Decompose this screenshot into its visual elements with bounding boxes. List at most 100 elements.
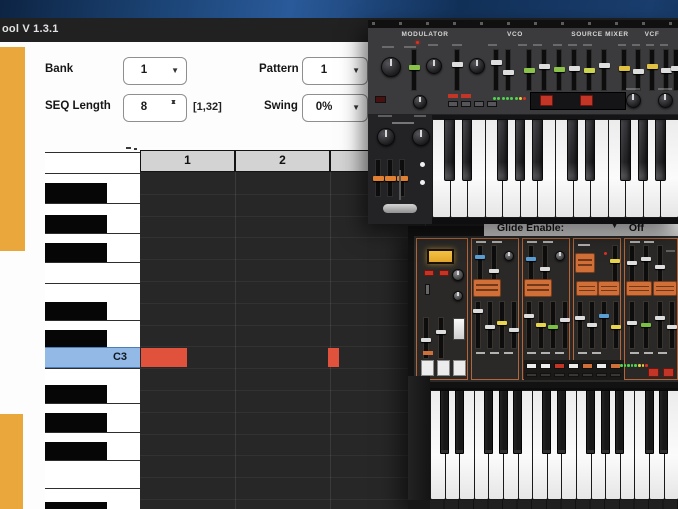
piano-white-key[interactable] [45, 262, 140, 283]
small-button [582, 373, 593, 377]
micro-label [414, 115, 426, 117]
rocker-switch [453, 318, 465, 340]
small-button [474, 101, 484, 107]
micro-label [452, 44, 462, 46]
slider [627, 302, 637, 348]
orange-label-box [627, 282, 651, 295]
status-led [518, 97, 522, 100]
slider [490, 50, 502, 90]
slider [587, 302, 597, 348]
micro-label [527, 352, 536, 354]
small-button [540, 363, 551, 369]
micro-label [553, 44, 562, 46]
slider [485, 302, 495, 348]
piano-white-key[interactable] [45, 460, 140, 488]
mini-slider [396, 160, 408, 196]
piano-key-c3-highlight[interactable]: C3 [45, 346, 140, 368]
slider [670, 50, 678, 90]
piano-white-key[interactable] [45, 152, 140, 173]
small-button [610, 373, 621, 377]
synth-odyssey-window [408, 226, 678, 509]
slider [451, 50, 463, 90]
piano-black-key[interactable] [45, 385, 107, 403]
red-button [439, 270, 449, 276]
small-button [540, 373, 551, 377]
slider [660, 50, 672, 90]
status-led [523, 97, 527, 100]
micro-label [626, 88, 640, 90]
piano-black-key[interactable] [45, 330, 107, 348]
micro-label [488, 44, 497, 46]
micro-label [618, 44, 626, 46]
micro-label [644, 352, 653, 354]
piano-black-key[interactable] [45, 442, 107, 460]
orange-label-box [577, 282, 597, 295]
synth-odyssey-controls [408, 226, 678, 509]
status-led [505, 97, 509, 100]
knob [453, 291, 463, 301]
piano-black-key[interactable] [45, 183, 107, 203]
micro-label [543, 241, 553, 243]
status-led [620, 364, 623, 367]
bender-slot [399, 170, 401, 200]
micro-label [646, 44, 654, 46]
red-button [648, 368, 659, 377]
micro-label [378, 115, 392, 117]
slider [632, 50, 644, 90]
power-button [375, 96, 386, 103]
piano-black-key[interactable] [45, 502, 107, 509]
micro-label [382, 46, 394, 48]
slider [599, 302, 609, 348]
sequence-note-C3[interactable] [141, 347, 187, 367]
micro-label [630, 352, 639, 354]
knob [555, 251, 565, 261]
small-button [568, 363, 579, 369]
slider [583, 50, 595, 90]
micro-label [660, 44, 668, 46]
small-button [526, 363, 537, 369]
knob [413, 95, 427, 109]
pitch-bender [383, 204, 417, 213]
transpose-key [453, 360, 466, 376]
clipped-text-remnant [134, 148, 137, 150]
red-led [604, 252, 607, 255]
toggle-switch [425, 284, 430, 295]
mini-slider [372, 160, 384, 196]
knob [452, 269, 464, 281]
transpose-key [437, 360, 450, 376]
paraphonic-led-button [420, 180, 425, 185]
grid-column-line [330, 172, 331, 509]
piano-black-key[interactable] [45, 413, 107, 432]
transpose-key [421, 360, 434, 376]
lcd-display [427, 249, 454, 264]
micro-label [476, 352, 485, 354]
status-led [623, 364, 627, 367]
slider [548, 302, 558, 348]
red-led [416, 41, 419, 44]
red-button [424, 270, 434, 276]
micro-label [504, 352, 513, 354]
slider [497, 302, 507, 348]
slider [502, 50, 514, 90]
knob [412, 128, 430, 146]
red-button [663, 368, 674, 377]
slider [560, 302, 570, 348]
micro-label [578, 244, 590, 246]
piano-black-key[interactable] [45, 302, 107, 320]
micro-label [583, 44, 592, 46]
micro-label [541, 352, 550, 354]
knob [504, 251, 514, 261]
slider [611, 302, 621, 348]
knob [657, 92, 673, 108]
micro-label [630, 241, 640, 243]
knob [426, 58, 442, 74]
small-button [596, 373, 607, 377]
micro-label [518, 44, 527, 46]
micro-label [578, 352, 587, 354]
sequence-note-C3[interactable] [328, 347, 339, 367]
micro-label [658, 88, 672, 90]
piano-black-key[interactable] [45, 243, 107, 262]
status-led [514, 97, 518, 100]
piano-black-key[interactable] [45, 215, 107, 233]
behringer-logo [392, 122, 414, 124]
